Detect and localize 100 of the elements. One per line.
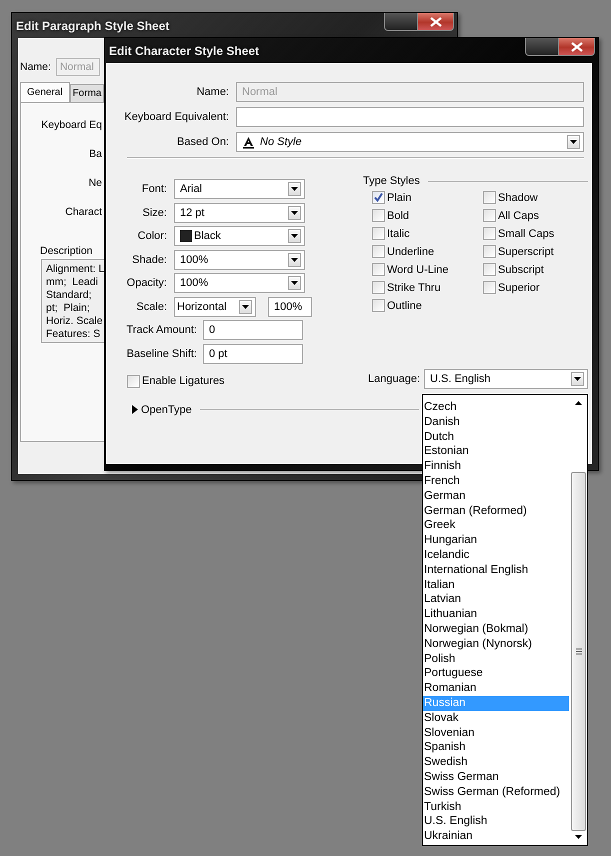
field-label: Font: — [140, 183, 167, 195]
close-icon — [570, 42, 582, 52]
dropdown[interactable]: Horizontal — [174, 296, 256, 316]
field-label: Scale: — [135, 300, 167, 312]
list-option[interactable]: Slovenian — [423, 726, 569, 740]
checkbox-label: Superior — [498, 282, 540, 294]
list-option[interactable]: Ukrainian — [423, 829, 569, 844]
language-dropdown[interactable]: U.S. English — [424, 368, 588, 388]
scroll-thumb[interactable] — [571, 472, 586, 831]
description-line: Standard; — [46, 289, 93, 302]
field-label: Name: — [196, 86, 229, 98]
checkbox-label: Small Caps — [498, 228, 554, 240]
list-option[interactable]: Icelandic — [423, 548, 569, 563]
list-option[interactable]: Greek — [423, 518, 569, 534]
disclosure-triangle-icon — [132, 405, 138, 414]
caret-icon — [288, 182, 301, 196]
list-option[interactable]: German — [423, 488, 569, 504]
list-option[interactable]: French — [423, 474, 569, 489]
checkbox[interactable] — [127, 374, 140, 388]
dropdown[interactable]: Black — [174, 226, 305, 246]
scale-amount-field[interactable]: 100% — [268, 296, 312, 316]
caret-icon — [571, 372, 584, 386]
grip-icon — [576, 648, 582, 655]
checkbox-label: All Caps — [498, 210, 539, 222]
dropdown[interactable]: 100% — [174, 250, 305, 270]
field-label: Color: — [136, 230, 167, 242]
dropdown[interactable]: Arial — [174, 179, 305, 199]
list-option[interactable]: Dutch — [423, 430, 569, 444]
checkbox[interactable] — [372, 209, 385, 222]
list-option[interactable]: Danish — [423, 414, 569, 430]
list-option[interactable]: Norwegian (Bokmal) — [423, 622, 569, 637]
dropdown[interactable]: 12 pt — [174, 202, 305, 222]
checkbox[interactable] — [483, 245, 496, 258]
list-option[interactable]: Latvian — [423, 592, 569, 608]
caret-icon — [288, 229, 301, 243]
checkbox-label: Word U-Line — [387, 264, 449, 276]
field-label: Ne — [88, 177, 102, 191]
field-label: Shade: — [131, 254, 167, 266]
list-option[interactable]: Polish — [423, 652, 569, 666]
checkbox[interactable] — [372, 227, 385, 240]
close-button[interactable] — [559, 38, 595, 56]
dropdown[interactable]: 100% — [174, 273, 305, 293]
list-option[interactable]: U.S. English — [423, 814, 569, 830]
description-label: Description — [40, 245, 93, 257]
tab[interactable]: Forma — [70, 84, 104, 102]
field-label: Name: — [20, 61, 51, 73]
based-on-dropdown[interactable]: No Style — [236, 132, 584, 152]
list-option[interactable]: Turkish — [423, 800, 569, 814]
list-option[interactable]: Finnish — [423, 459, 569, 474]
description-line: mm; Leadi — [46, 276, 99, 289]
field-label: Keyboard Equivalent: — [123, 111, 229, 123]
list-option[interactable]: Hungarian — [423, 533, 569, 548]
caret-icon — [288, 252, 301, 266]
checkbox[interactable] — [483, 281, 496, 294]
checkbox-label: Plain — [387, 192, 412, 204]
list-option[interactable]: Swedish — [423, 755, 569, 770]
checkbox[interactable] — [483, 227, 496, 240]
style-icon — [242, 136, 255, 148]
list-option[interactable]: Romanian — [423, 681, 569, 696]
list-option[interactable]: Portuguese — [423, 666, 569, 682]
list-option[interactable]: Swiss German (Reformed) — [423, 784, 569, 800]
input-field[interactable]: 0 — [203, 320, 303, 340]
list-option[interactable]: Swiss German — [423, 770, 569, 785]
field-label: Ba — [89, 148, 102, 162]
caret-icon — [288, 276, 301, 290]
opentype-toggle[interactable]: OpenType — [127, 404, 192, 416]
field-label: Based On: — [176, 136, 229, 148]
list-option[interactable]: Slovak — [423, 710, 569, 726]
checkbox[interactable] — [372, 299, 385, 312]
field-label: Keyboard Eq — [41, 119, 102, 133]
window-title: Edit Character Style Sheet — [109, 44, 260, 58]
scroll-down-icon — [575, 835, 582, 839]
field-label: Size: — [142, 206, 167, 218]
checkbox[interactable] — [483, 209, 496, 222]
window-title: Edit Paragraph Style Sheet — [16, 19, 170, 33]
checkbox[interactable] — [483, 191, 496, 204]
input-field[interactable]: 0 pt — [203, 344, 303, 364]
checkbox[interactable] — [372, 263, 385, 276]
list-option[interactable]: Spanish — [423, 740, 569, 756]
checkbox-label: Subscript — [498, 264, 544, 276]
checkbox-label: Underline — [387, 246, 434, 258]
list-option[interactable]: Italian — [423, 578, 569, 592]
list-option[interactable]: Estonian — [423, 444, 569, 460]
checkbox[interactable] — [372, 191, 385, 204]
close-button[interactable] — [418, 13, 454, 31]
caret-icon — [567, 135, 580, 149]
list-option[interactable]: Norwegian (Nynorsk) — [423, 636, 569, 652]
checkbox-label: Superscript — [498, 246, 554, 258]
list-option[interactable]: Lithuanian — [423, 607, 569, 622]
list-option[interactable]: Czech — [423, 400, 569, 415]
list-option[interactable]: International English — [423, 562, 569, 578]
checkbox[interactable] — [483, 263, 496, 276]
tab[interactable]: General — [20, 82, 70, 102]
checkbox[interactable] — [372, 245, 385, 258]
list-option[interactable]: German (Reformed) — [423, 504, 569, 518]
field-label: Language: — [368, 372, 418, 384]
minimize-button[interactable] — [525, 38, 559, 56]
minimize-button[interactable] — [384, 13, 418, 31]
keyboard-equivalent-field[interactable] — [236, 107, 584, 127]
checkbox[interactable] — [372, 281, 385, 294]
